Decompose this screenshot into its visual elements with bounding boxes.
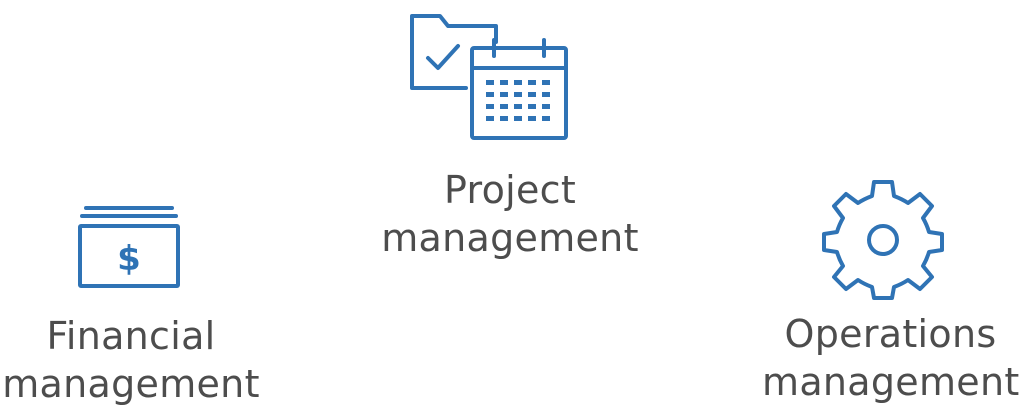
financial-label-line2: management — [2, 362, 260, 406]
project-label-line1: Project — [443, 168, 577, 212]
operations-label-line1: Operations — [784, 312, 997, 356]
gear-icon — [820, 176, 946, 300]
dollar-bill-stack-icon: $ — [76, 202, 186, 294]
financial-management-label: Financial management — [0, 312, 262, 408]
financial-label-line1: Financial — [46, 314, 216, 358]
project-label-line2: management — [381, 216, 639, 260]
project-management-label: Project management — [380, 166, 640, 262]
svg-text:$: $ — [117, 239, 141, 279]
folder-calendar-icon — [406, 8, 576, 144]
operations-label-line2: management — [762, 360, 1019, 404]
operations-management-label: Operations management — [762, 310, 1019, 406]
